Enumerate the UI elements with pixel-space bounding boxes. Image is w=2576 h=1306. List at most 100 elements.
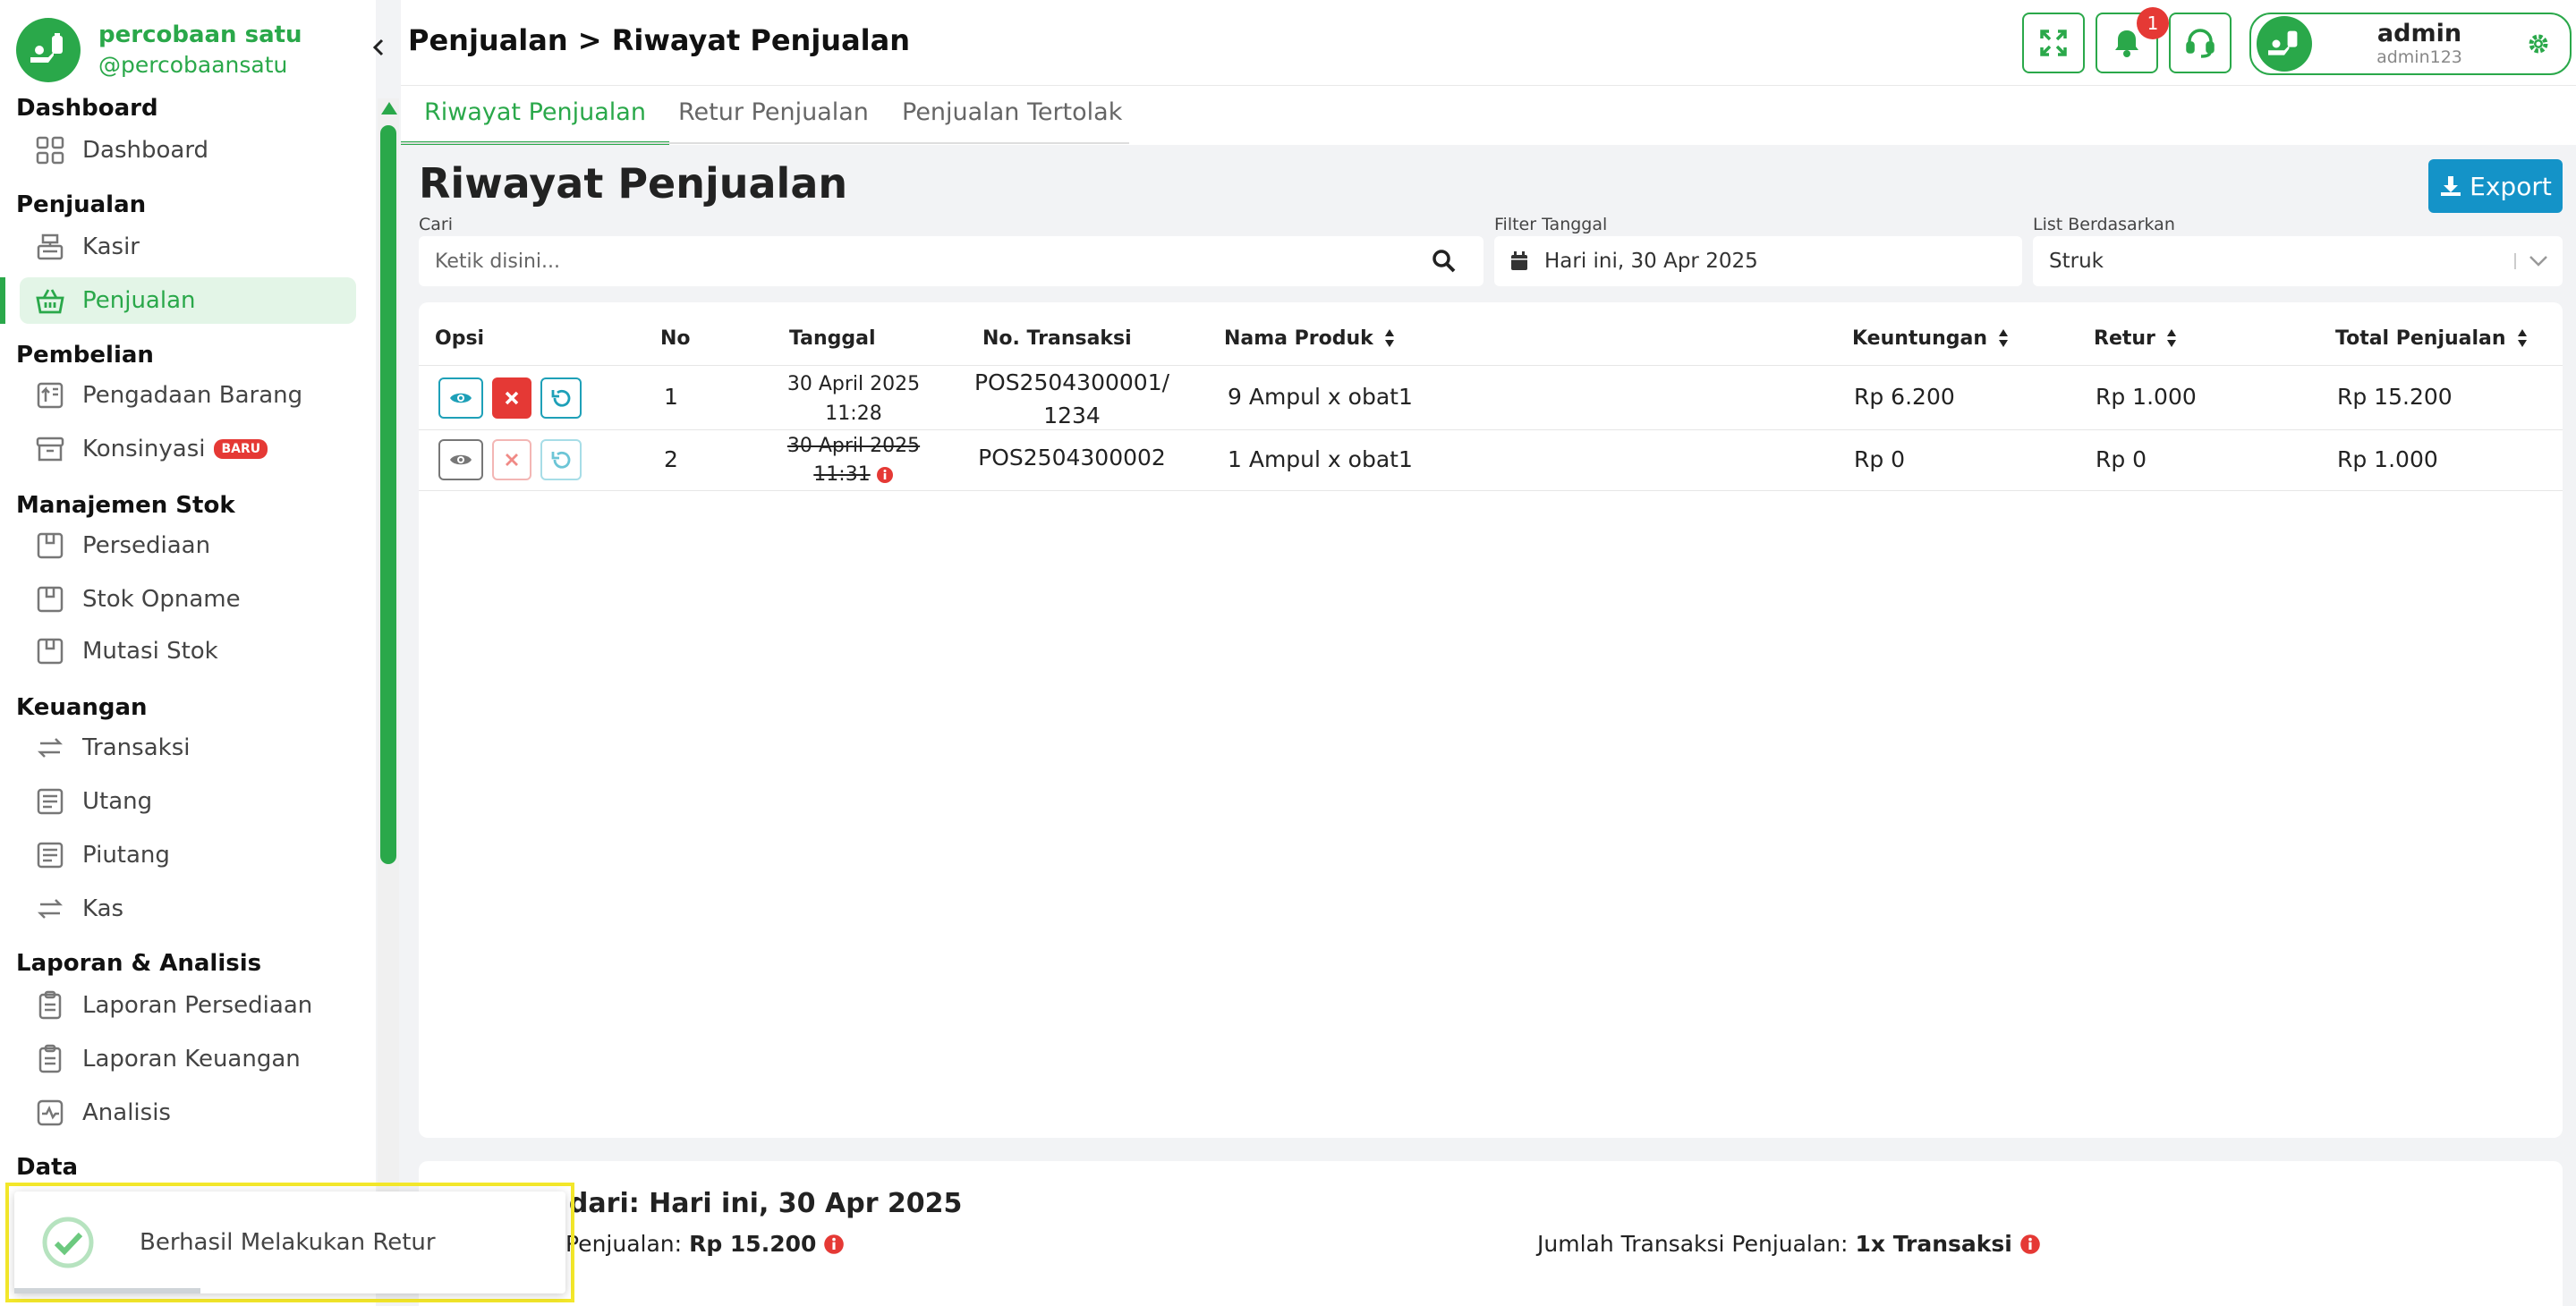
sidebar-item-stok-opname[interactable]: Stok Opname <box>20 576 356 623</box>
search-input[interactable] <box>419 236 1432 286</box>
sidebar-item-label: Analisis <box>82 1099 171 1126</box>
group-title-dashboard: Dashboard <box>16 95 158 122</box>
avatar <box>2257 16 2312 72</box>
brand[interactable]: percobaan satu @percobaansatu <box>16 16 302 84</box>
user-menu[interactable]: admin admin123 <box>2249 13 2572 75</box>
chevron-down-icon <box>2529 255 2548 267</box>
row-transaction-no: POS2504300002 <box>978 445 1166 471</box>
sales-table: Opsi No Tanggal No. Transaksi Nama Produ… <box>419 302 2563 1138</box>
tabs-divider <box>401 142 1129 144</box>
tab-penjualan-tertolak[interactable]: Penjualan Tertolak <box>879 98 1145 145</box>
support-button[interactable] <box>2169 13 2232 73</box>
list-by-select[interactable]: Struk <box>2033 236 2563 286</box>
search-box <box>419 236 1484 286</box>
undo-icon <box>550 387 572 409</box>
row-total: Rp 1.000 <box>2337 446 2438 472</box>
row-date: 30 April 2025 11:28 <box>777 369 931 428</box>
sidebar-item-analisis[interactable]: Analisis <box>20 1090 356 1136</box>
sidebar-item-label: Laporan Keuangan <box>82 1046 301 1073</box>
th-keuntungan[interactable]: Keuntungan <box>1852 320 2009 356</box>
chevron-left-icon <box>371 38 386 57</box>
return-button[interactable] <box>540 377 582 419</box>
table-row: 1 30 April 2025 11:28 POS2504300001/ 123… <box>419 366 2563 430</box>
group-title-data: Data <box>16 1154 79 1181</box>
info-icon[interactable] <box>2019 1234 2041 1255</box>
row-profit: Rp 0 <box>1854 446 1906 472</box>
document-list-icon <box>32 784 68 819</box>
section-title: Riwayat Penjualan <box>419 159 848 208</box>
sidebar-item-label: Piutang <box>82 842 170 869</box>
view-button[interactable] <box>438 439 483 480</box>
th-retur[interactable]: Retur <box>2094 320 2177 356</box>
sidebar-item-laporan-persediaan[interactable]: Laporan Persediaan <box>20 982 356 1029</box>
row-date-day: 30 April 2025 <box>786 373 921 395</box>
toast-progress-bar <box>14 1288 200 1293</box>
eye-icon <box>449 391 472 405</box>
sidebar-item-label: Pengadaan Barang <box>82 382 303 409</box>
gear-icon[interactable] <box>2527 32 2550 55</box>
sidebar-item-pengadaan-barang[interactable]: Pengadaan Barang <box>20 372 356 419</box>
collapse-sidebar-button[interactable] <box>365 34 392 61</box>
sidebar-item-utang[interactable]: Utang <box>20 778 356 825</box>
headset-icon <box>2184 27 2216 59</box>
search-icon[interactable] <box>1432 249 1457 274</box>
calendar-icon <box>1510 251 1528 271</box>
sidebar-item-transaksi[interactable]: Transaksi <box>20 725 356 771</box>
success-toast[interactable]: Berhasil Melakukan Retur <box>14 1192 565 1293</box>
row-retur: Rp 1.000 <box>2096 384 2197 410</box>
group-title-penjualan: Penjualan <box>16 191 147 218</box>
sidebar-item-persediaan[interactable]: Persediaan <box>20 522 356 569</box>
brand-handle: @percobaansatu <box>98 52 288 78</box>
transfer-icon <box>32 891 68 927</box>
tab-riwayat-penjualan[interactable]: Riwayat Penjualan <box>401 98 669 145</box>
row-date: 30 April 2025 11:31 <box>777 432 931 489</box>
group-title-keuangan: Keuangan <box>16 694 148 721</box>
th-nama-produk[interactable]: Nama Produk <box>1224 320 1395 356</box>
document-list-icon <box>32 837 68 873</box>
sidebar-item-kas[interactable]: Kas <box>20 886 356 932</box>
export-button[interactable]: Export <box>2428 159 2563 213</box>
sidebar-item-label: Transaksi <box>82 734 191 761</box>
sidebar-item-label: Laporan Persediaan <box>82 992 313 1019</box>
list-by-value: Struk <box>2049 250 2104 273</box>
row-trx-line2: 1234 <box>1043 403 1101 428</box>
sidebar-scrollbar-thumb[interactable] <box>380 125 396 864</box>
sidebar-item-label: Dashboard <box>82 137 209 164</box>
notification-count-badge: 1 <box>2137 7 2169 39</box>
sidebar-item-dashboard[interactable]: Dashboard <box>20 127 356 174</box>
view-button[interactable] <box>438 377 483 419</box>
sidebar-item-konsinyasi[interactable]: Konsinyasi BARU <box>20 426 356 472</box>
row-product: 1 Ampul x obat1 <box>1228 446 1413 472</box>
top-header: Penjualan > Riwayat Penjualan 1 admin ad… <box>401 0 2576 86</box>
row-transaction-no: POS2504300001/ 1234 <box>956 366 1188 432</box>
sidebar-item-piutang[interactable]: Piutang <box>20 832 356 878</box>
table-row: 2 30 April 2025 11:31 POS2504300002 1 Am… <box>419 430 2563 491</box>
close-icon <box>505 453 519 467</box>
th-total-penjualan[interactable]: Total Penjualan <box>2335 320 2528 356</box>
cancel-button[interactable] <box>492 377 531 419</box>
page-title: Penjualan > Riwayat Penjualan <box>408 23 911 57</box>
sort-icon <box>2166 328 2177 348</box>
sidebar-item-label: Utang <box>82 788 153 815</box>
scroll-up-arrow-icon[interactable] <box>381 102 397 114</box>
info-icon[interactable] <box>823 1234 845 1255</box>
list-by-label: List Berdasarkan <box>2033 215 2175 234</box>
group-title-manajemen-stok: Manajemen Stok <box>16 492 235 519</box>
row-total: Rp 15.200 <box>2337 384 2453 410</box>
return-button-disabled[interactable] <box>540 439 582 480</box>
date-filter-field[interactable]: Hari ini, 30 Apr 2025 <box>1494 236 2022 286</box>
sort-icon <box>1384 328 1395 348</box>
sidebar-item-laporan-keuangan[interactable]: Laporan Keuangan <box>20 1036 356 1082</box>
close-icon <box>505 391 519 405</box>
notification-button[interactable]: 1 <box>2096 7 2169 73</box>
fullscreen-button[interactable] <box>2022 13 2085 73</box>
info-icon[interactable] <box>876 466 894 484</box>
export-label: Export <box>2470 171 2552 201</box>
sidebar-item-kasir[interactable]: Kasir <box>20 224 356 270</box>
sidebar-item-label: Mutasi Stok <box>82 638 218 665</box>
tab-retur-penjualan[interactable]: Retur Penjualan <box>655 98 892 145</box>
cancel-button-disabled[interactable] <box>492 439 531 480</box>
sidebar-item-mutasi-stok[interactable]: Mutasi Stok <box>20 628 356 674</box>
sidebar-item-penjualan[interactable]: Penjualan <box>20 277 356 324</box>
summary-total-value: Rp 15.200 <box>689 1231 817 1257</box>
